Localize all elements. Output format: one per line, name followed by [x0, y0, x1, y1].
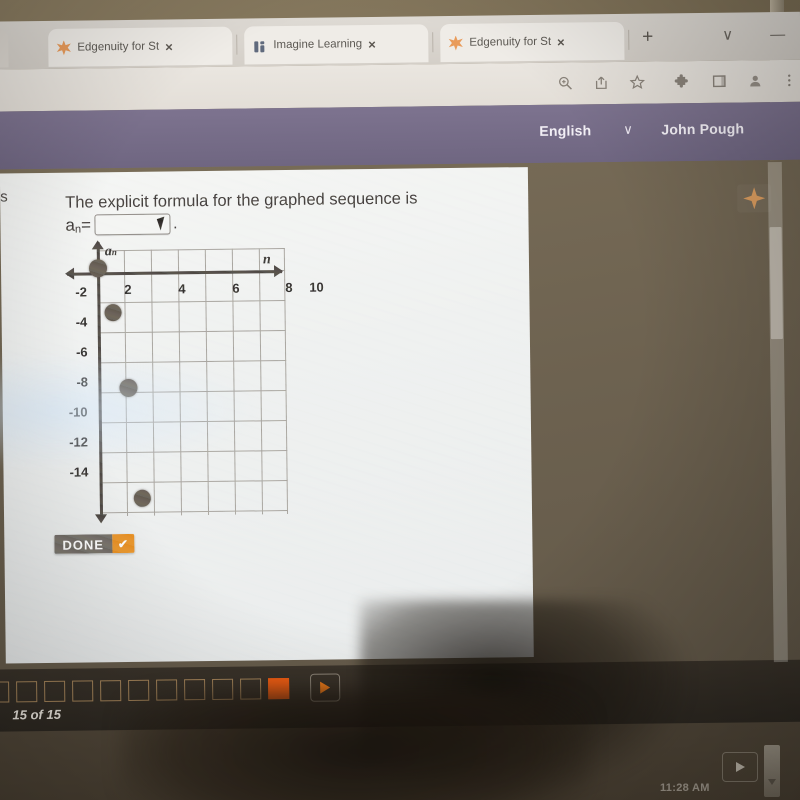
- close-icon[interactable]: ×: [368, 36, 376, 51]
- add-resource-button[interactable]: [737, 184, 772, 213]
- extensions-puzzle-icon[interactable]: [671, 71, 691, 91]
- browser-tab-1[interactable]: Edgenuity for St ×: [48, 26, 233, 67]
- formula-a: a: [65, 215, 76, 235]
- overlay-scrollbar[interactable]: [764, 745, 780, 797]
- edgenuity-icon: [56, 40, 71, 55]
- y-tick-label: -14: [69, 464, 89, 480]
- x-axis-label: n: [262, 252, 271, 268]
- chevron-down-icon[interactable]: ∨: [623, 122, 633, 138]
- y-tick-label: -12: [69, 434, 89, 450]
- y-axis-up-arrow: [91, 240, 104, 250]
- system-clock: 11:28 AM: [660, 782, 710, 794]
- done-button[interactable]: DONE ✔: [54, 533, 135, 554]
- close-icon[interactable]: ×: [557, 34, 565, 49]
- progress-square[interactable]: [16, 680, 38, 702]
- progress-square[interactable]: [72, 679, 94, 702]
- overlay-play-button[interactable]: [722, 752, 758, 782]
- user-name-label[interactable]: John Pough: [661, 120, 744, 137]
- progress-square[interactable]: [44, 680, 66, 702]
- data-point: [119, 378, 138, 398]
- y-tick-label: -8: [76, 374, 89, 390]
- y-axis-label: a_nan: [104, 244, 117, 260]
- new-tab-button[interactable]: +: [642, 27, 653, 48]
- more-menu-icon[interactable]: [779, 70, 799, 90]
- tab-separator: [628, 29, 630, 50]
- edgenuity-icon: [448, 35, 463, 50]
- language-label[interactable]: English: [539, 122, 591, 139]
- photo-of-screen: rk c × Edgenuity for St × Imagine Learni…: [0, 0, 800, 800]
- y-tick-label: -2: [75, 284, 87, 300]
- tab-title: Edgenuity for St: [77, 40, 160, 54]
- chevron-down-icon: [768, 779, 776, 785]
- data-point: [88, 259, 108, 278]
- done-button-label: DONE: [54, 534, 113, 554]
- tab-title: Edgenuity for St: [469, 35, 552, 49]
- x-tick-label: 6: [232, 280, 240, 296]
- close-icon[interactable]: ×: [165, 39, 173, 54]
- tab-search-icon[interactable]: ∨: [722, 27, 733, 44]
- share-icon[interactable]: [591, 72, 611, 92]
- sequence-graph: a_nan n 2 4 6 -2 -4 -6 -8 -10 -12 -14: [65, 240, 292, 524]
- data-point: [133, 489, 151, 507]
- browser-tab-2[interactable]: Imagine Learning ×: [244, 24, 429, 65]
- page-scrollbar-thumb[interactable]: [769, 226, 783, 340]
- y-tick-label: -10: [68, 404, 88, 420]
- browser-tab-0[interactable]: rk c ×: [0, 29, 9, 69]
- x-tick-label: 8: [285, 279, 293, 296]
- trailing-period: .: [172, 214, 178, 232]
- check-icon: ✔: [111, 533, 135, 554]
- browser-tab-3[interactable]: Edgenuity for St ×: [440, 21, 625, 63]
- y-axis-down-arrow: [95, 514, 108, 524]
- data-point: [104, 304, 122, 322]
- x-tick-label: 10: [309, 279, 324, 295]
- tab-title: Imagine Learning: [273, 38, 363, 52]
- x-tick-label: 2: [124, 281, 132, 298]
- progress-counter: 15 of 15: [12, 706, 61, 723]
- app-header: English ∨ John Pough: [0, 101, 800, 170]
- progress-square[interactable]: [100, 679, 122, 701]
- hand-shadow: [120, 690, 590, 800]
- play-triangle-icon: [735, 762, 745, 772]
- y-tick-label: -4: [75, 314, 88, 330]
- tab-separator: [432, 32, 434, 53]
- y-tick-label: -6: [75, 344, 88, 360]
- sidebar-panel-icon[interactable]: [709, 71, 729, 91]
- x-axis-right-arrow: [273, 265, 284, 278]
- imagine-learning-icon: [252, 38, 267, 53]
- progress-square[interactable]: [0, 680, 10, 703]
- x-tick-label: 4: [178, 281, 186, 297]
- profile-avatar-icon[interactable]: [745, 70, 765, 90]
- tab-separator: [236, 34, 238, 55]
- star-plus-icon: [743, 187, 765, 209]
- formula-subscript: n: [74, 223, 82, 236]
- minimize-icon[interactable]: —: [770, 26, 785, 43]
- formula-equals: =: [80, 214, 92, 235]
- zoom-search-icon[interactable]: [555, 72, 575, 92]
- x-axis-left-arrow: [65, 267, 75, 280]
- bookmark-star-icon[interactable]: [627, 72, 647, 92]
- monitor-screen: rk c × Edgenuity for St × Imagine Learni…: [0, 11, 800, 732]
- clipped-sibling-text: ence is: [0, 188, 8, 206]
